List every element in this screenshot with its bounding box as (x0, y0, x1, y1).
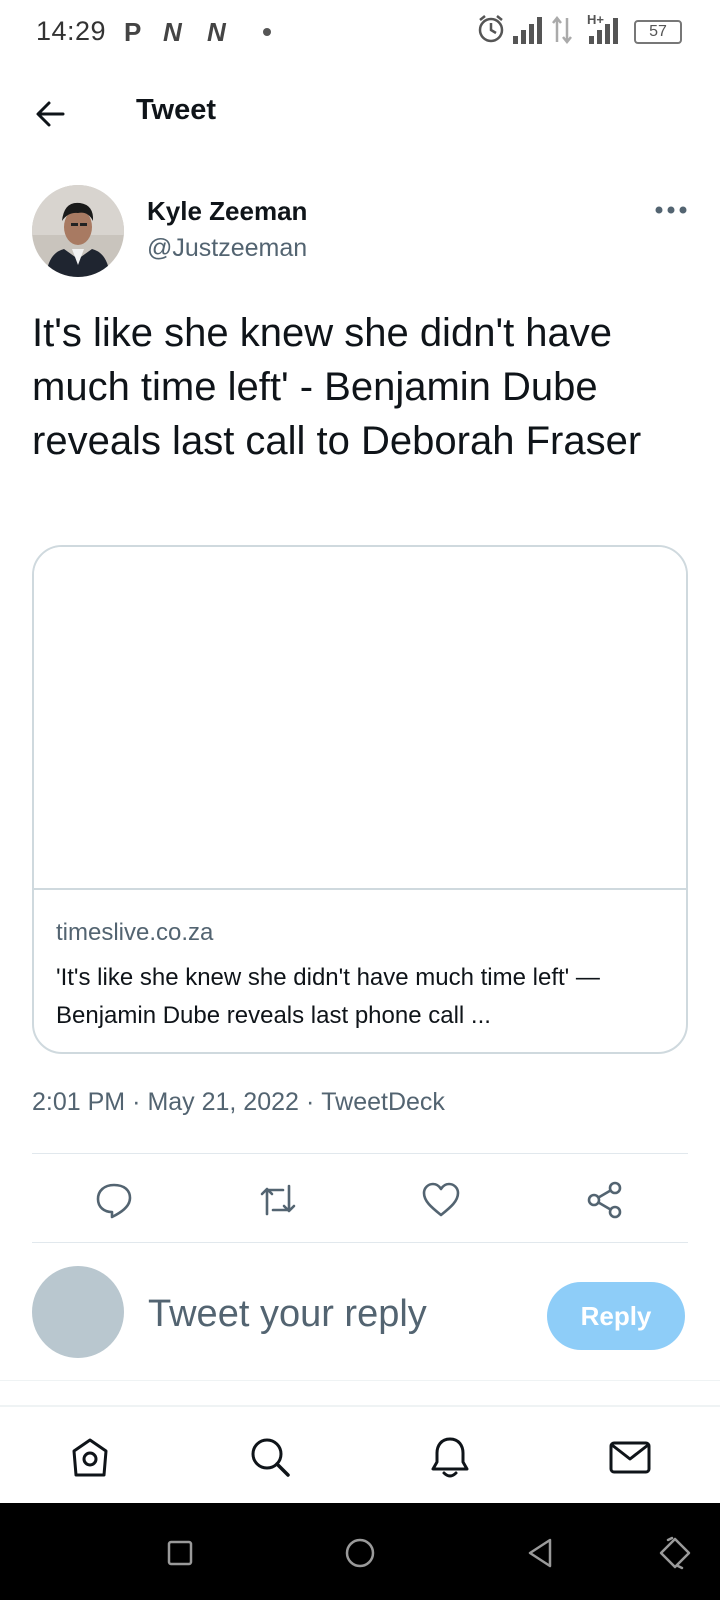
notification-dot-icon (263, 28, 271, 36)
home-icon (72, 1438, 108, 1477)
share-icon (587, 1181, 622, 1219)
card-title: 'It's like she knew she didn't have much… (56, 964, 600, 1029)
alarm-icon (478, 15, 504, 43)
reply-input[interactable] (148, 1284, 518, 1344)
back-button[interactable] (24, 90, 76, 138)
divider (32, 1153, 688, 1154)
messages-icon (609, 1441, 651, 1474)
tweet-date: May 21, 2022 (147, 1088, 299, 1116)
notification-n-icon: N (207, 17, 226, 47)
author-name[interactable]: Kyle Zeeman (147, 196, 307, 227)
notifications-icon (431, 1437, 469, 1478)
divider (0, 1380, 720, 1381)
home-system-button[interactable] (340, 1533, 380, 1573)
signal-icon (513, 17, 542, 44)
status-time: 14:29 (36, 16, 107, 46)
nav-home[interactable] (62, 1429, 118, 1485)
tweet-meta: 2:01 PM · May 21, 2022 · TweetDeck (32, 1088, 445, 1117)
more-options-button[interactable] (650, 196, 692, 224)
notification-p-icon: P (124, 17, 142, 47)
link-preview-card[interactable]: timeslive.co.za 'It's like she knew she … (32, 545, 688, 1054)
share-button[interactable] (577, 1172, 633, 1228)
battery-icon: 57 (634, 20, 682, 44)
more-horizontal-icon (655, 206, 687, 214)
reply-avatar (32, 1266, 124, 1358)
circle-icon (345, 1538, 375, 1568)
tweet-client[interactable]: TweetDeck (321, 1088, 445, 1116)
like-icon (422, 1182, 460, 1217)
recent-apps-button[interactable] (160, 1533, 200, 1573)
card-image (34, 547, 686, 890)
search-icon (251, 1438, 290, 1477)
tweet-time: 2:01 PM (32, 1088, 126, 1116)
card-domain: timeslive.co.za (56, 919, 214, 946)
nav-messages[interactable] (602, 1429, 658, 1485)
back-system-button[interactable] (520, 1533, 560, 1573)
triangle-back-icon (528, 1538, 552, 1568)
nav-notifications[interactable] (422, 1429, 478, 1485)
avatar-image (32, 185, 124, 277)
nav-search[interactable] (242, 1429, 298, 1485)
square-icon (167, 1540, 193, 1566)
divider (32, 1242, 688, 1243)
signal-icon (589, 18, 618, 44)
meta-separator: · (305, 1088, 315, 1116)
retweet-button[interactable] (250, 1172, 306, 1228)
notification-n-icon: N (163, 17, 182, 47)
meta-separator: · (132, 1088, 141, 1116)
author-handle[interactable]: @Justzeeman (147, 234, 307, 263)
status-bar: 14:29 P N N H+ 57 (0, 0, 720, 64)
retweet-icon (260, 1184, 296, 1216)
arrow-left-icon (36, 101, 65, 127)
tweet-text: It's like she knew she didn't have much … (32, 311, 642, 463)
author-avatar[interactable] (32, 185, 124, 277)
data-transfer-icon (552, 15, 572, 45)
like-button[interactable] (413, 1172, 469, 1228)
system-navigation-bar (0, 1503, 720, 1600)
reply-icon (96, 1183, 132, 1219)
top-bar: Tweet (0, 64, 720, 160)
bottom-navigation (0, 1405, 720, 1503)
reply-submit-button[interactable]: Reply (547, 1282, 685, 1350)
reply-button[interactable] (86, 1172, 142, 1228)
rotate-icon (659, 1536, 691, 1570)
rotate-screen-button[interactable] (655, 1533, 695, 1573)
page-title: Tweet (136, 94, 217, 126)
